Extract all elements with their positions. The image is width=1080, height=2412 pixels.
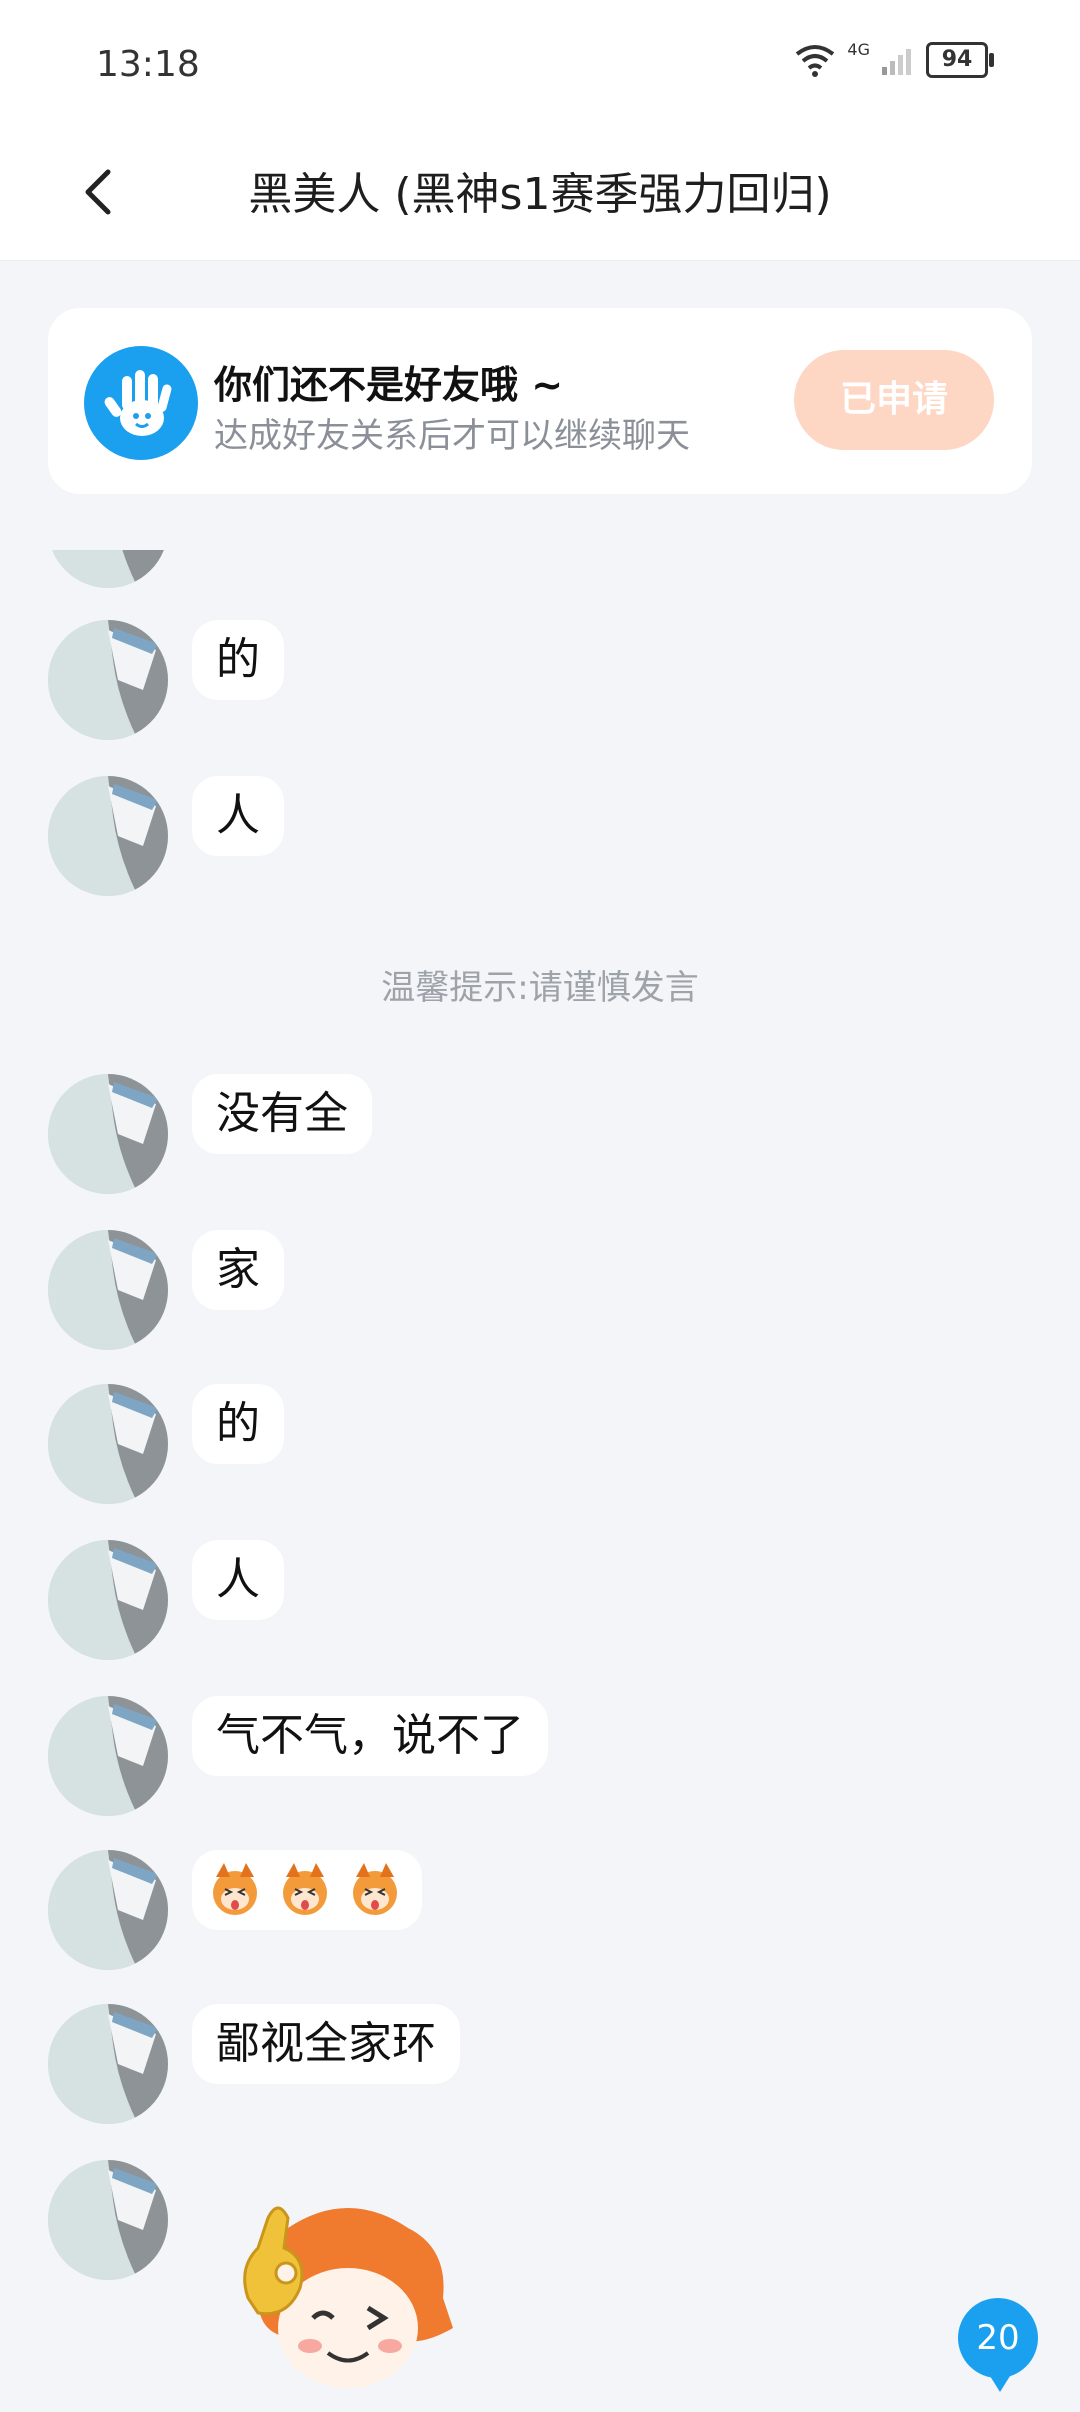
avatar[interactable] <box>48 1850 168 1970</box>
message-row: 的 <box>48 1384 948 1504</box>
status-icons: 4G 94 <box>793 40 994 78</box>
avatar[interactable] <box>48 1230 168 1350</box>
message-row: 鄙视全家环 <box>48 2004 948 2124</box>
message-bubble[interactable]: 没有全 <box>192 1074 372 1154</box>
message-bubble[interactable]: 的 <box>192 620 284 700</box>
friend-card-title: 你们还不是好友哦 ~ <box>214 363 564 407</box>
message-row: 家 <box>48 1230 948 1350</box>
message-bubble[interactable]: 人 <box>192 776 284 856</box>
message-row: 的 <box>48 620 948 740</box>
message-row: 人 <box>48 776 948 896</box>
message-bubble[interactable]: 的 <box>192 1384 284 1464</box>
battery-icon: 94 <box>926 42 994 78</box>
avatar[interactable] <box>48 1074 168 1194</box>
avatar[interactable] <box>48 1540 168 1660</box>
back-arrow-icon[interactable] <box>70 162 130 222</box>
ok-sticker-icon[interactable] <box>218 2178 478 2408</box>
avatar[interactable] <box>48 2004 168 2124</box>
message-row: 气不气，说不了 <box>48 1696 948 1816</box>
message-row: 人 <box>48 1540 948 1660</box>
chat-title: 黑美人 (黑神s1赛季强力回归) <box>248 169 832 220</box>
friend-request-card: 你们还不是好友哦 ~ 达成好友关系后才可以继续聊天 已申请 <box>48 308 1032 494</box>
emoji-bubble[interactable] <box>192 1850 422 1930</box>
status-time: 13:18 <box>96 44 200 85</box>
wifi-icon <box>796 45 835 77</box>
signal-icon <box>882 49 911 75</box>
message-bubble[interactable]: 气不气，说不了 <box>192 1696 548 1776</box>
fox-emoji-icon <box>353 1863 397 1915</box>
fox-emoji-icon <box>283 1863 327 1915</box>
message-bubble[interactable]: 人 <box>192 1540 284 1620</box>
message-row <box>48 2160 948 2410</box>
status-bar: 13:18 4G 94 <box>0 0 1080 130</box>
message-row <box>48 1850 948 1970</box>
network-label: 4G <box>847 40 870 59</box>
unread-count-badge[interactable]: 20 <box>958 2298 1038 2392</box>
avatar[interactable] <box>48 1384 168 1504</box>
message-row: 没有全 <box>48 1074 948 1194</box>
message-bubble[interactable]: 家 <box>192 1230 284 1310</box>
fox-emoji-icon <box>213 1863 257 1915</box>
message-bubble[interactable]: 鄙视全家环 <box>192 2004 460 2084</box>
friend-card-subtitle: 达成好友关系后才可以继续聊天 <box>214 416 690 456</box>
chat-header: 黑美人 (黑神s1赛季强力回归) <box>0 130 1080 261</box>
applied-button[interactable]: 已申请 <box>794 350 994 450</box>
wave-hand-icon <box>84 346 198 460</box>
safety-hint: 温馨提示:请谨慎发言 <box>381 968 699 1008</box>
avatar[interactable] <box>48 1696 168 1816</box>
avatar[interactable] <box>48 776 168 896</box>
avatar[interactable] <box>48 620 168 740</box>
avatar[interactable] <box>48 2160 168 2280</box>
